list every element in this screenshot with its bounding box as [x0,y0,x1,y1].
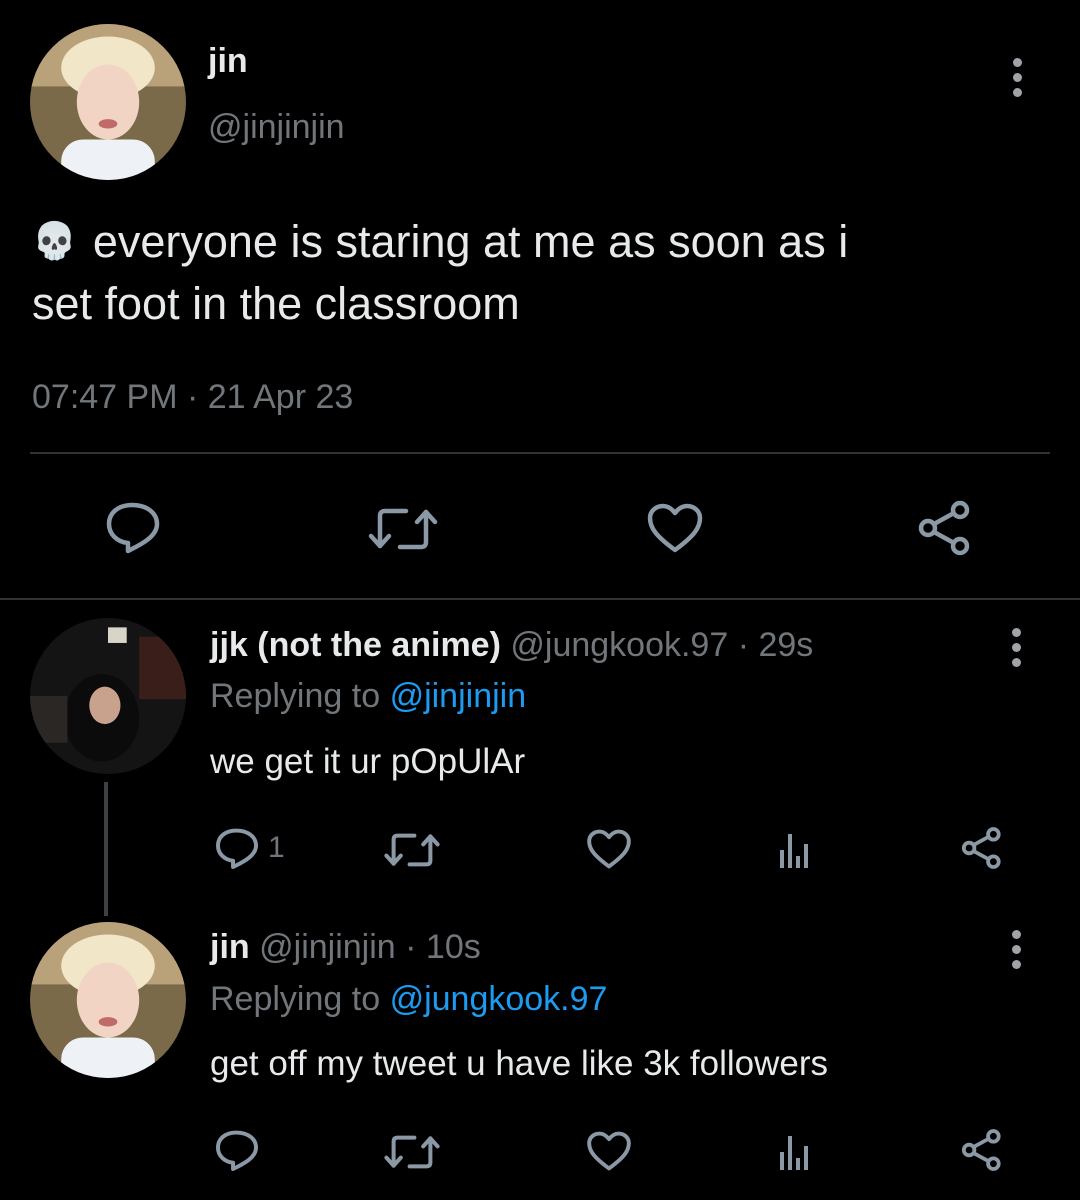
main-tweet-more-icon[interactable] [1007,58,1027,97]
main-share-button[interactable] [916,500,974,556]
reply2-retweet-button[interactable] [384,1132,440,1172]
avatar-image-jin [30,24,186,180]
reply1-header: jjk (not the anime) @jungkook.97 · 29s [210,626,813,665]
reply2-replying-label: Replying to [210,980,381,1018]
main-like-button[interactable] [646,502,704,554]
retweet-icon [384,1135,440,1169]
reply1-replying-link[interactable]: @jinjinjin [390,677,527,715]
main-tweet-text: 💀 everyone is staring at me as soon as i … [32,210,1052,335]
main-tweet-timestamp[interactable]: 07:47 PM · 21 Apr 23 [32,378,353,417]
share-icon [918,500,970,556]
views-icon [780,1136,808,1170]
reply1-replying-label: Replying to [210,677,381,715]
reply1-text: we get it ur pOpUlAr [210,742,526,781]
reply1-retweet-button[interactable] [384,830,440,870]
section-divider [0,598,1080,600]
reply1-replying-to: Replying to @jinjinjin [210,677,526,716]
reply2-share-button[interactable] [960,1128,1004,1172]
share-icon [961,827,1001,869]
reply2-replying-link[interactable]: @jungkook.97 [390,980,608,1018]
views-icon [780,834,808,868]
reply1-share-button[interactable] [960,826,1004,870]
main-tweet-handle[interactable]: @jinjinjin [208,108,345,147]
reply2-handle[interactable]: @jinjinjin [259,928,396,966]
reply2-text: get off my tweet u have like 3k follower… [210,1044,828,1083]
reply1-like-button[interactable] [586,828,632,870]
retweet-icon [384,833,440,867]
reply1-more-icon[interactable] [1006,628,1026,667]
main-tweet-display-name[interactable]: jin [208,42,248,81]
reply2-header: jin @jinjinjin · 10s [210,928,481,967]
avatar-image-jjk [30,618,186,774]
thread-connector-line [104,782,108,916]
main-tweet-avatar[interactable] [30,24,186,180]
like-icon [647,503,703,553]
retweet-icon [368,508,438,550]
reply1-handle[interactable]: @jungkook.97 [510,626,728,664]
like-icon [587,1131,631,1171]
reply1-reply-button[interactable]: 1 [214,826,285,870]
main-retweet-button[interactable] [368,504,438,554]
main-tweet-text-line2: set foot in the classroom [32,278,520,329]
share-icon [961,1129,1001,1171]
reply1-avatar[interactable] [30,618,186,774]
reply-icon [106,502,160,554]
avatar-image-jin [30,922,186,1078]
reply2-display-name[interactable]: jin [210,928,250,966]
skull-emoji-icon: 💀 [32,220,77,261]
reply2-more-icon[interactable] [1006,930,1026,969]
reply2-time[interactable]: · 10s [405,928,481,966]
reply2-replying-to: Replying to @jungkook.97 [210,980,607,1019]
reply-icon [215,1130,259,1172]
reply1-views-button[interactable] [776,830,816,870]
reply2-reply-button[interactable] [214,1128,260,1172]
like-icon [587,829,631,869]
main-tweet-divider [30,452,1050,454]
reply1-time[interactable]: · 29s [738,626,814,664]
reply1-display-name[interactable]: jjk (not the anime) [210,626,501,664]
reply1-reply-count: 1 [268,831,285,864]
main-reply-button[interactable] [104,500,162,554]
reply2-avatar[interactable] [30,922,186,1078]
reply-icon [215,828,259,870]
reply2-views-button[interactable] [776,1132,816,1172]
reply2-like-button[interactable] [586,1130,632,1172]
main-tweet-text-line1: everyone is staring at me as soon as i [92,216,849,267]
